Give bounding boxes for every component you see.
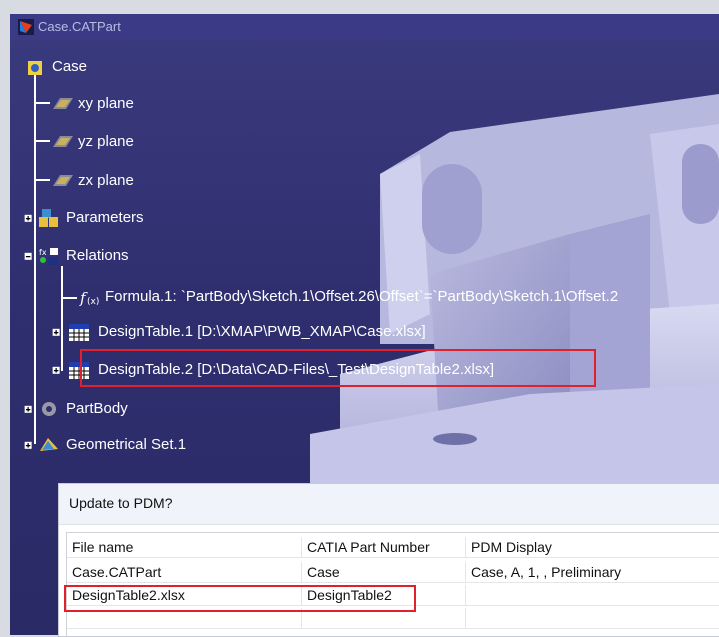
expand-plus-icon[interactable]	[24, 399, 38, 419]
plane-icon	[53, 175, 73, 186]
table-cell-file-name[interactable]: Case.CATPart	[67, 562, 302, 583]
highlight-designtable2-row	[64, 585, 416, 612]
update-to-pdm-dialog: Update to PDM? File name CATIA Part Numb…	[58, 483, 719, 637]
dialog-titlebar: Update to PDM?	[59, 484, 719, 525]
svg-text:(x): (x)	[87, 297, 99, 307]
formula-fx-icon: f (x)	[79, 289, 99, 307]
part-gear-icon	[28, 61, 42, 75]
table-cell-pdm-display[interactable]: Case, A, 1, , Preliminary	[466, 562, 719, 583]
relations-icon: fx	[39, 248, 58, 265]
column-header-catia-part-number[interactable]: CATIA Part Number	[302, 537, 466, 558]
collapse-minus-icon[interactable]	[24, 246, 38, 266]
plane-icon	[53, 98, 73, 109]
expand-plus-icon[interactable]	[52, 360, 66, 380]
tree-label-partbody: PartBody	[66, 400, 128, 417]
table-cell-empty[interactable]	[466, 608, 719, 629]
tree-label-yz-plane: yz plane	[78, 133, 134, 150]
geometrical-set-icon	[40, 438, 58, 451]
tree-label-formula: Formula.1: `PartBody\Sketch.1\Offset.26\…	[105, 288, 619, 305]
partbody-gear-icon	[42, 402, 56, 416]
tree-label-relations: Relations	[66, 247, 129, 264]
tree-label-xy-plane: xy plane	[78, 95, 134, 112]
column-header-pdm-display[interactable]: PDM Display	[466, 537, 719, 558]
tree-label-design-table-1: DesignTable.1 [D:\XMAP\PWB_XMAP\Case.xls…	[98, 323, 426, 340]
expand-plus-icon[interactable]	[24, 208, 38, 228]
plane-icon	[53, 136, 73, 147]
tree-label-parameters: Parameters	[66, 209, 144, 226]
parameters-icon	[39, 209, 58, 227]
svg-text:fx: fx	[39, 248, 47, 257]
expand-plus-icon[interactable]	[24, 435, 38, 455]
expand-plus-icon[interactable]	[52, 322, 66, 342]
column-header-file-name[interactable]: File name	[67, 537, 302, 558]
table-cell-part-number[interactable]: Case	[302, 562, 466, 583]
tree-label-geometrical-set: Geometrical Set.1	[66, 436, 187, 453]
tree-label-zx-plane: zx plane	[78, 172, 134, 189]
dialog-title: Update to PDM?	[69, 495, 173, 511]
highlight-design-table-2	[80, 349, 596, 387]
table-cell-pdm-display[interactable]	[466, 585, 719, 606]
design-table-icon	[69, 324, 89, 341]
tree-label-case: Case	[52, 58, 88, 75]
